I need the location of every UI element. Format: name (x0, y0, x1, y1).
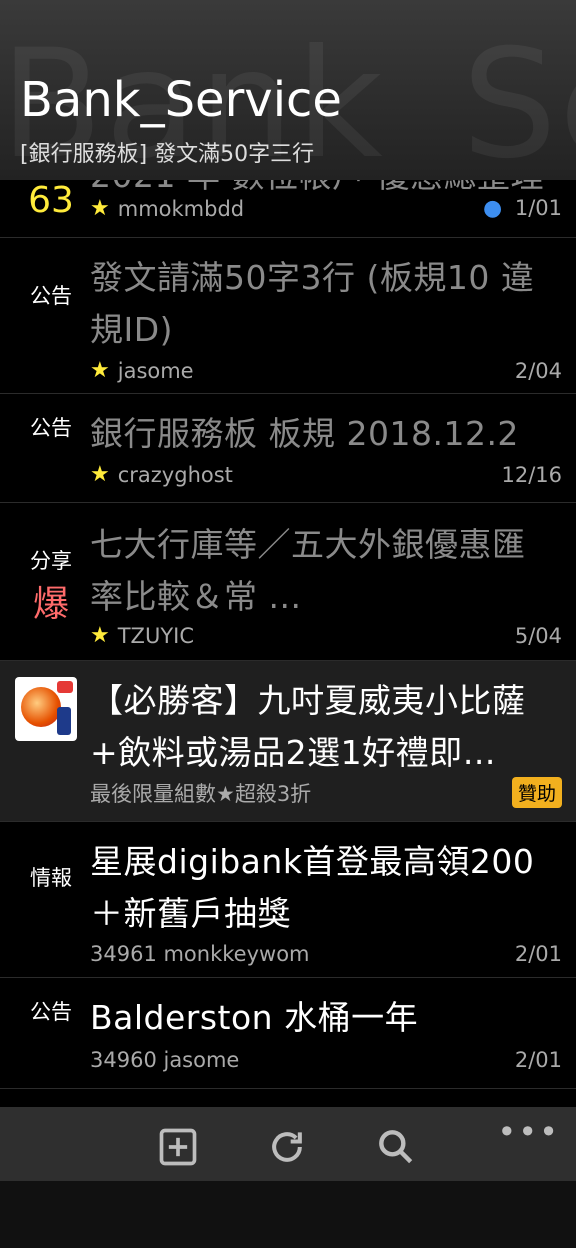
post-tag: 公告 (30, 1000, 72, 1024)
post-title: 銀行服務板 板規 2018.12.2 (90, 414, 519, 453)
list-item[interactable]: 公告 Balderston 水桶一年 34960 jasome 2/01 (0, 978, 576, 1089)
sponsored-item[interactable]: 【必勝客】九吋夏威夷小比薩+飲料或湯品2選1好禮即… 最後限量組數★超殺3折 贊… (0, 661, 576, 822)
push-count: 63 (28, 180, 74, 221)
star-icon: ★ (90, 358, 110, 383)
search-icon[interactable] (374, 1125, 418, 1169)
post-title: 七大行庫等／五大外銀優惠匯率比較＆常 ... (90, 525, 526, 616)
more-icon[interactable]: ••• (497, 1113, 560, 1151)
post-author: 34961 monkkeywom (90, 942, 310, 966)
post-date: 2/04 (514, 358, 562, 383)
post-date: 2/01 (514, 1048, 562, 1072)
bottom-bar (0, 1181, 576, 1248)
brand-logo (57, 681, 73, 693)
post-meta: 34960 jasome 2/01 (90, 1048, 562, 1072)
post-date: 12/16 (501, 462, 562, 487)
post-title: 發文請滿50字3行 (板規10 違規ID) (90, 258, 535, 349)
post-tag: 公告 (30, 416, 72, 440)
app-header: Bank_Se Bank_Service [銀行服務板] 發文滿50字三行 (0, 0, 576, 180)
ad-subtitle: 最後限量組數★超殺3折 (90, 781, 312, 806)
post-meta: ★ TZUYIC 5/04 (90, 623, 562, 648)
hot-badge: 爆 (32, 584, 69, 625)
post-tag: 情報 (30, 866, 72, 890)
sponsor-badge: 贊助 (511, 777, 562, 808)
post-date: 1/01 (514, 196, 562, 220)
star-icon: ★ (90, 623, 110, 648)
post-date: 5/04 (514, 623, 562, 648)
bottom-toolbar: ••• (0, 1107, 576, 1181)
board-subtitle: [銀行服務板] 發文滿50字三行 (20, 142, 315, 167)
post-author: crazyghost (117, 462, 233, 487)
list-item[interactable]: 公告 發文請滿50字3行 (板規10 違規ID) ★ jasome 2/04 (0, 238, 576, 394)
ad-title: 【必勝客】九吋夏威夷小比薩+飲料或湯品2選1好禮即… (90, 681, 526, 772)
list-item[interactable]: 分享 爆 七大行庫等／五大外銀優惠匯率比較＆常 ... ★ TZUYIC 5/0… (0, 503, 576, 661)
post-meta: ★ mmokmbdd ● 1/01 (90, 196, 562, 221)
post-meta: ★ crazyghost 12/16 (90, 462, 562, 487)
add-box-icon[interactable] (156, 1125, 200, 1169)
star-icon: ★ (90, 196, 110, 221)
post-author: jasome (117, 358, 194, 383)
post-meta: 34961 monkkeywom 2/01 (90, 942, 562, 966)
post-tag: 公告 (30, 284, 72, 308)
pizza-image (21, 687, 61, 727)
refresh-icon[interactable] (265, 1125, 309, 1169)
post-tag: 分享 (30, 549, 72, 573)
post-title: 星展digibank首登最高領200＋新舊戶抽獎 (90, 842, 535, 933)
post-title: Balderston 水桶一年 (90, 998, 419, 1037)
post-meta: ★ jasome 2/04 (90, 358, 562, 383)
post-author: 34960 jasome (90, 1048, 240, 1072)
ad-meta: 最後限量組數★超殺3折 贊助 (90, 777, 562, 808)
board-title: Bank_Service (20, 72, 342, 128)
list-item[interactable]: 公告 銀行服務板 板規 2018.12.2 ★ crazyghost 12/16 (0, 394, 576, 503)
post-author: mmokmbdd (117, 196, 245, 221)
star-icon: ★ (90, 462, 110, 487)
drink-can-image (57, 707, 71, 735)
post-date: 2/01 (514, 942, 562, 966)
ad-thumbnail (15, 677, 77, 741)
list-item[interactable]: 情報 星展digibank首登最高領200＋新舊戶抽獎 34961 monkke… (0, 822, 576, 978)
post-author: TZUYIC (117, 623, 195, 648)
comment-icon: ● (482, 196, 503, 221)
